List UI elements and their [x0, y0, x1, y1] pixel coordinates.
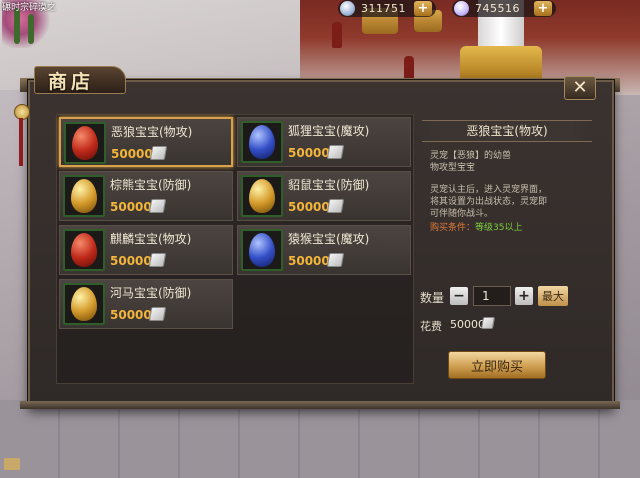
- coin-icon: [326, 199, 345, 213]
- red-egg-icon: [72, 126, 98, 160]
- egg-frame: [241, 121, 283, 163]
- silver-counter: 311751 +: [338, 0, 436, 17]
- cost-value: 50000: [450, 318, 485, 331]
- shop-item-hippo[interactable]: 河马宝宝(防御) 50000: [59, 279, 233, 329]
- item-price: 50000: [288, 254, 330, 268]
- egg-frame: [241, 175, 283, 217]
- item-name: 猿猴宝宝(魔攻): [288, 232, 370, 246]
- npc-figure[interactable]: [332, 22, 342, 48]
- purchase-requirement: 购买条件：等级35以上: [430, 220, 522, 233]
- coin-icon: [148, 307, 167, 321]
- egg-frame: [63, 175, 105, 217]
- coin-icon: [326, 145, 345, 159]
- item-name: 棕熊宝宝(防御): [110, 178, 192, 192]
- gold-egg-icon: [71, 287, 97, 321]
- egg-frame: [241, 229, 283, 271]
- egg-frame: [63, 229, 105, 271]
- silver-icon: [340, 1, 355, 16]
- background-plant: [14, 8, 20, 44]
- background-pillar-base: [460, 46, 542, 82]
- shop-item-evil-wolf[interactable]: 恶狼宝宝(物攻) 50000: [59, 117, 233, 167]
- item-name: 河马宝宝(防御): [110, 286, 192, 300]
- cost-label: 花费: [420, 320, 442, 333]
- player-name-tag: 碾时宗碎漠之: [2, 3, 57, 13]
- coin-icon: [148, 199, 167, 213]
- item-name: 狐狸宝宝(魔攻): [288, 124, 370, 138]
- shop-item-qilin[interactable]: 麒麟宝宝(物攻) 50000: [59, 225, 233, 275]
- requirement-value: 等级35以上: [475, 223, 523, 233]
- increase-quantity-button[interactable]: +: [515, 287, 533, 305]
- egg-frame: [64, 122, 106, 164]
- detail-description: 物攻型宝宝: [430, 163, 476, 173]
- shop-item-marten[interactable]: 貂鼠宝宝(防御) 50000: [237, 171, 411, 221]
- item-price: 50000: [110, 308, 152, 322]
- silver-value: 311751: [361, 2, 406, 15]
- item-name: 恶狼宝宝(物攻): [111, 125, 193, 139]
- item-price: 50000: [288, 146, 330, 160]
- gem-icon: [454, 1, 469, 16]
- decrease-quantity-button[interactable]: −: [450, 287, 468, 305]
- item-price: 50000: [288, 200, 330, 214]
- gold-egg-icon: [71, 179, 97, 213]
- blue-egg-icon: [249, 125, 275, 159]
- quantity-input[interactable]: 1: [473, 286, 511, 306]
- shop-item-ape[interactable]: 猿猴宝宝(魔攻) 50000: [237, 225, 411, 275]
- item-name: 麒麟宝宝(物攻): [110, 232, 192, 246]
- egg-frame: [63, 283, 105, 325]
- blue-egg-icon: [249, 233, 275, 267]
- panel-title: 商店: [48, 71, 95, 93]
- gem-counter: 745516 +: [452, 0, 556, 17]
- close-button[interactable]: ✕: [564, 76, 596, 100]
- item-price: 50000: [110, 200, 152, 214]
- item-price: 50000: [110, 254, 152, 268]
- coin-icon: [480, 317, 496, 329]
- max-quantity-button[interactable]: 最大: [538, 286, 568, 306]
- add-silver-button[interactable]: +: [414, 1, 432, 16]
- coin-icon: [148, 253, 167, 267]
- gem-value: 745516: [475, 2, 520, 15]
- detail-title: 恶狼宝宝(物攻): [466, 124, 548, 138]
- gold-egg-icon: [249, 179, 275, 213]
- shop-item-brown-bear[interactable]: 棕熊宝宝(防御) 50000: [59, 171, 233, 221]
- quantity-label: 数量: [420, 291, 445, 305]
- buy-now-button[interactable]: 立即购买: [448, 351, 546, 379]
- shop-item-fox[interactable]: 狐狸宝宝(魔攻) 50000: [237, 117, 411, 167]
- background-plant: [28, 14, 34, 44]
- panel-bottom-trim: [20, 401, 620, 409]
- detail-description: 可伴随你战斗。: [430, 209, 494, 219]
- item-price: 50000: [111, 147, 153, 161]
- requirement-label: 购买条件：: [430, 223, 476, 233]
- add-gems-button[interactable]: +: [534, 1, 552, 16]
- coin-icon: [149, 146, 168, 160]
- side-tassel: [19, 118, 23, 166]
- chat-icon[interactable]: [4, 458, 20, 470]
- item-name: 貂鼠宝宝(防御): [288, 178, 370, 192]
- coin-icon: [326, 253, 345, 267]
- red-egg-icon: [71, 233, 97, 267]
- background-floor: [0, 400, 640, 478]
- item-detail-panel: 恶狼宝宝(物攻) 灵宠【恶狼】的幼兽 物攻型宝宝 灵宠认主后，进入灵宠界面， 将…: [418, 114, 596, 384]
- item-grid: 恶狼宝宝(物攻) 50000 狐狸宝宝(魔攻) 50000 棕熊宝宝(防御) 5…: [56, 114, 414, 384]
